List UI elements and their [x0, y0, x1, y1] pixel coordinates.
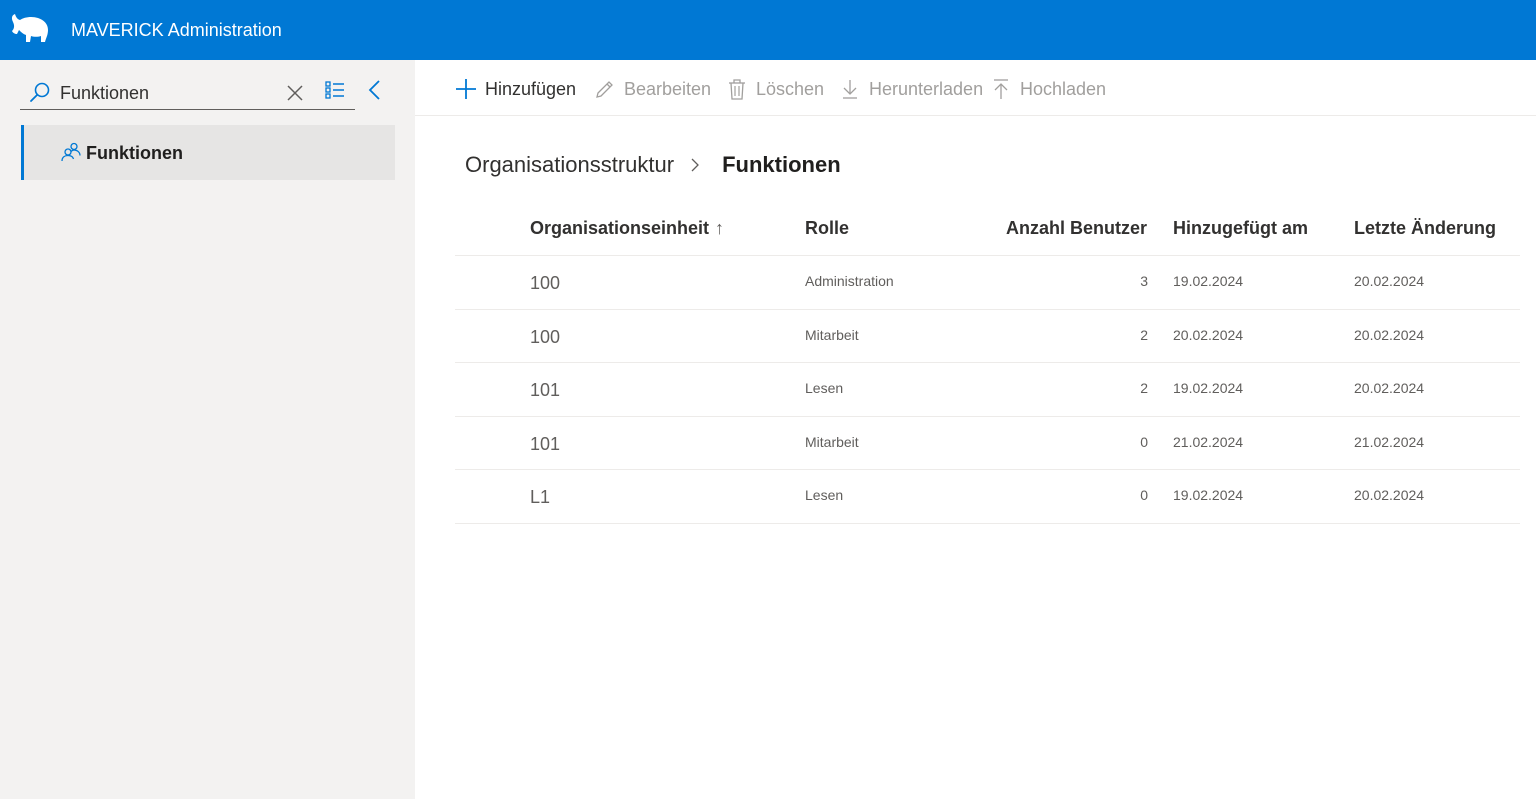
table-header: Organisationseinheit ↑ Rolle Anzahl Benut…: [455, 200, 1520, 256]
sidebar-item-funktionen[interactable]: Funktionen: [21, 125, 395, 180]
column-header-label: Letzte Änderung: [1354, 218, 1496, 238]
cell-changed: 20.02.2024: [1354, 487, 1425, 503]
cell-role: Lesen: [805, 380, 844, 396]
column-header-label: Organisationseinheit: [530, 218, 710, 238]
cell-unit: L1: [530, 487, 551, 507]
cell-added: 21.02.2024: [1173, 433, 1244, 450]
search-box: [20, 78, 355, 110]
download-icon: [843, 80, 857, 99]
cell-changed: 20.02.2024: [1354, 326, 1425, 343]
cell-role: Mitarbeit: [805, 433, 859, 450]
upload-label: Hochladen: [1020, 78, 1107, 99]
breadcrumb-current: Funktionen: [722, 152, 841, 177]
cell-unit: 101: [530, 380, 561, 400]
cell-unit: 100: [530, 273, 561, 293]
plus-icon: [456, 79, 476, 99]
cell-added: 20.02.2024: [1173, 326, 1244, 343]
column-header-added[interactable]: Hinzugefügt am: [1173, 218, 1308, 239]
add-button[interactable]: Hinzufügen: [455, 77, 576, 101]
table-row[interactable]: 101 Mitarbeit 0 21.02.2024 21.02.2024: [455, 417, 1520, 470]
upload-button[interactable]: Hochladen: [990, 77, 1106, 101]
cell-count: 0: [1140, 487, 1148, 503]
trash-icon: [729, 79, 745, 100]
search-input[interactable]: [60, 80, 280, 106]
edit-button[interactable]: Bearbeiten: [594, 77, 711, 101]
cell-changed: 20.02.2024: [1354, 273, 1425, 289]
column-header-unit[interactable]: Organisationseinheit ↑: [530, 218, 724, 239]
breadcrumb: Organisationsstruktur Funktionen: [465, 150, 841, 180]
functions-table: Organisationseinheit ↑ Rolle Anzahl Benut…: [455, 200, 1520, 524]
column-header-changed[interactable]: Letzte Änderung: [1354, 218, 1496, 239]
top-bar: MAVERICK Administration: [0, 0, 1536, 60]
column-header-label: Rolle: [805, 218, 850, 238]
cell-count: 3: [1140, 273, 1148, 289]
cell-count: 2: [1140, 380, 1148, 396]
upload-icon: [994, 79, 1008, 99]
cell-unit: 100: [530, 326, 561, 347]
chevron-left-icon[interactable]: [365, 79, 385, 101]
cell-count: 0: [1140, 433, 1148, 450]
cell-added: 19.02.2024: [1173, 273, 1244, 289]
chevron-right-icon: [691, 158, 700, 172]
cell-role: Mitarbeit: [805, 326, 859, 343]
app-title: MAVERICK Administration: [71, 20, 282, 40]
table-row[interactable]: 101 Lesen 2 19.02.2024 20.02.2024: [455, 363, 1520, 417]
bull-logo-icon[interactable]: [10, 12, 50, 46]
cell-role: Lesen: [805, 487, 844, 503]
people-icon: [61, 142, 81, 162]
column-header-count[interactable]: Anzahl Benutzer: [1006, 218, 1147, 239]
table-row[interactable]: L1 Lesen 0 19.02.2024 20.02.2024: [455, 470, 1520, 524]
cell-unit: 101: [530, 433, 561, 454]
download-button[interactable]: Herunterladen: [839, 77, 983, 101]
cell-changed: 21.02.2024: [1354, 433, 1425, 450]
cell-changed: 20.02.2024: [1354, 380, 1425, 396]
download-label: Herunterladen: [869, 78, 984, 99]
sidebar-item-label: Funktionen: [86, 143, 183, 163]
delete-button[interactable]: Löschen: [726, 77, 824, 101]
table-row[interactable]: 100 Mitarbeit 2 20.02.2024 20.02.2024: [455, 310, 1520, 363]
sidebar: Funktionen: [0, 60, 415, 799]
command-bar: Hinzufügen Bearbeiten Löschen Herunterla…: [415, 60, 1536, 116]
pencil-icon: [596, 81, 613, 98]
list-view-icon[interactable]: [324, 79, 346, 101]
column-header-role[interactable]: Rolle: [805, 218, 849, 239]
cell-count: 2: [1140, 326, 1148, 343]
edit-label: Bearbeiten: [624, 78, 712, 99]
search-icon: [30, 82, 50, 102]
cell-role: Administration: [805, 273, 894, 289]
breadcrumb-parent-link[interactable]: Organisationsstruktur: [465, 152, 674, 178]
cell-added: 19.02.2024: [1173, 487, 1244, 503]
add-label: Hinzufügen: [485, 78, 577, 99]
column-header-label: Anzahl Benutzer: [1005, 218, 1147, 238]
table-row[interactable]: 100 Administration 3 19.02.2024 20.02.20…: [455, 256, 1520, 310]
column-header-label: Hinzugefügt am: [1173, 218, 1308, 238]
cell-added: 19.02.2024: [1173, 380, 1244, 396]
delete-label: Löschen: [756, 78, 825, 99]
close-icon[interactable]: [284, 82, 306, 104]
sort-ascending-icon: ↑: [715, 218, 725, 238]
